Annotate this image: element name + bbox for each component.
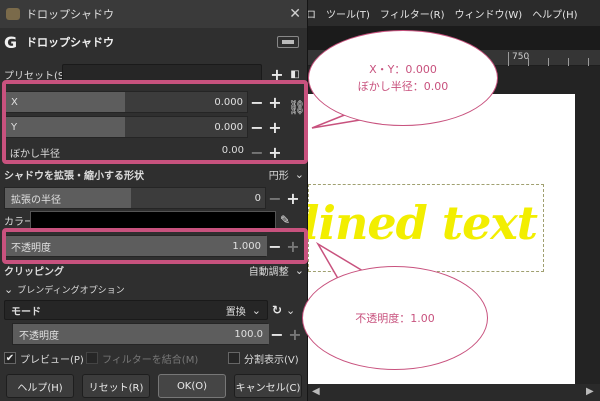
callout-tail-lines <box>311 111 373 283</box>
callout-opacity: 不透明度：1.00 <box>302 266 488 370</box>
callout-opacity-text: 不透明度：1.00 <box>355 311 435 325</box>
screenshot: ロ ツール(T) フィルター(R) ウィンドウ(W) ヘルプ(H) 750 li… <box>0 0 600 401</box>
callout-blur-text: ぼかし半径：0.00 <box>357 80 449 93</box>
callout-offset-blur: X・Y：0.000 ぼかし半径：0.00 <box>308 30 498 126</box>
callout-xy-text: X・Y：0.000 <box>369 63 437 76</box>
